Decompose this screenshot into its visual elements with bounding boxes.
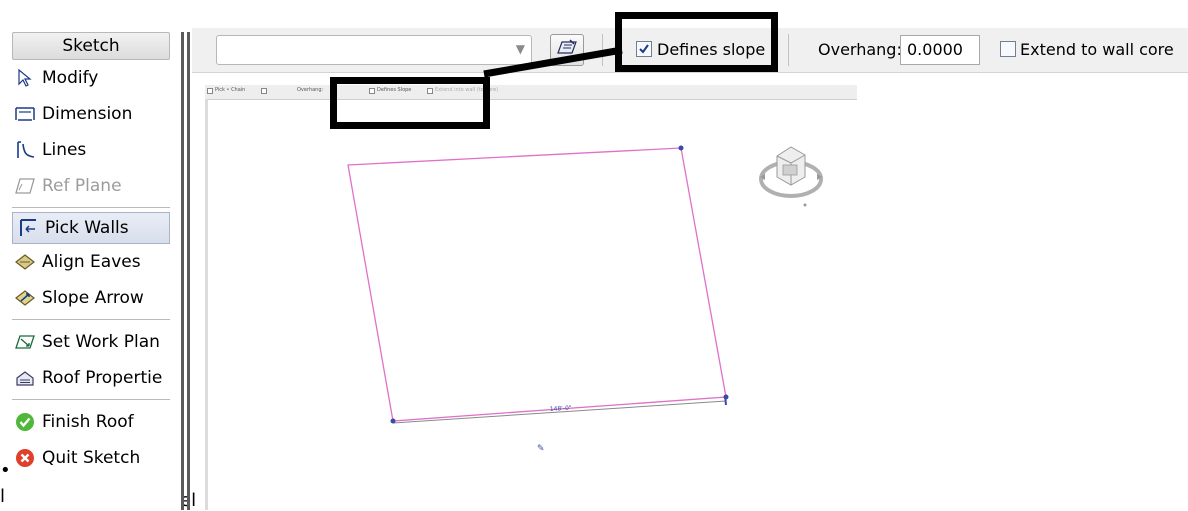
callout-connector-line — [483, 46, 623, 78]
sketch-vertex[interactable] — [723, 394, 729, 400]
drawing-canvas[interactable]: 148'-0" ✎ — [205, 99, 1188, 510]
sketch-marker: ✎ — [537, 444, 545, 454]
sketch-vertex[interactable] — [678, 145, 684, 151]
sketch-vertex[interactable] — [390, 418, 396, 424]
dimension-text: 148'-0" — [550, 405, 572, 413]
viewcube-icon[interactable] — [759, 146, 823, 207]
roof-sketch-outline[interactable] — [347, 147, 727, 422]
